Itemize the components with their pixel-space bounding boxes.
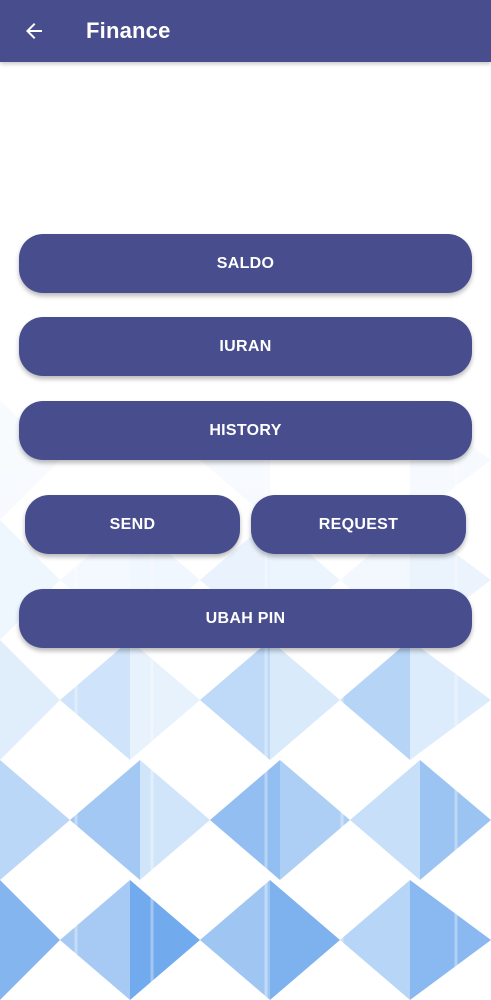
ubah-pin-button[interactable]: UBAH PIN bbox=[19, 589, 472, 648]
saldo-button[interactable]: SALDO bbox=[19, 234, 472, 293]
iuran-button[interactable]: IURAN bbox=[19, 317, 472, 376]
back-button[interactable] bbox=[14, 11, 54, 51]
request-button[interactable]: REQUEST bbox=[251, 495, 466, 554]
page-title: Finance bbox=[86, 18, 171, 43]
app-bar: Finance bbox=[0, 0, 491, 62]
arrow-left-icon bbox=[26, 23, 42, 39]
history-button[interactable]: HISTORY bbox=[19, 401, 472, 460]
send-button[interactable]: SEND bbox=[25, 495, 240, 554]
